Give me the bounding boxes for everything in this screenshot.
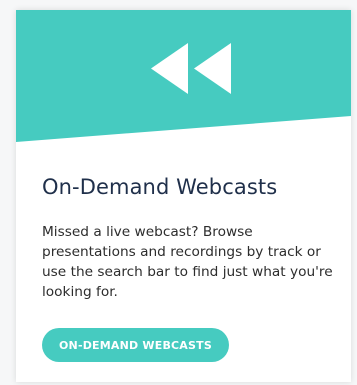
card-description: Missed a live webcast? Browse presentati… (42, 224, 333, 300)
hero-graphic (16, 10, 351, 142)
hero-banner (16, 10, 351, 142)
webcast-card: On-Demand Webcasts Missed a live webcast… (16, 10, 351, 382)
on-demand-webcasts-button[interactable]: ON-DEMAND WEBCASTS (42, 328, 229, 362)
card-title: On-Demand Webcasts (42, 175, 278, 199)
card-content: On-Demand Webcasts Missed a live webcast… (42, 174, 334, 362)
